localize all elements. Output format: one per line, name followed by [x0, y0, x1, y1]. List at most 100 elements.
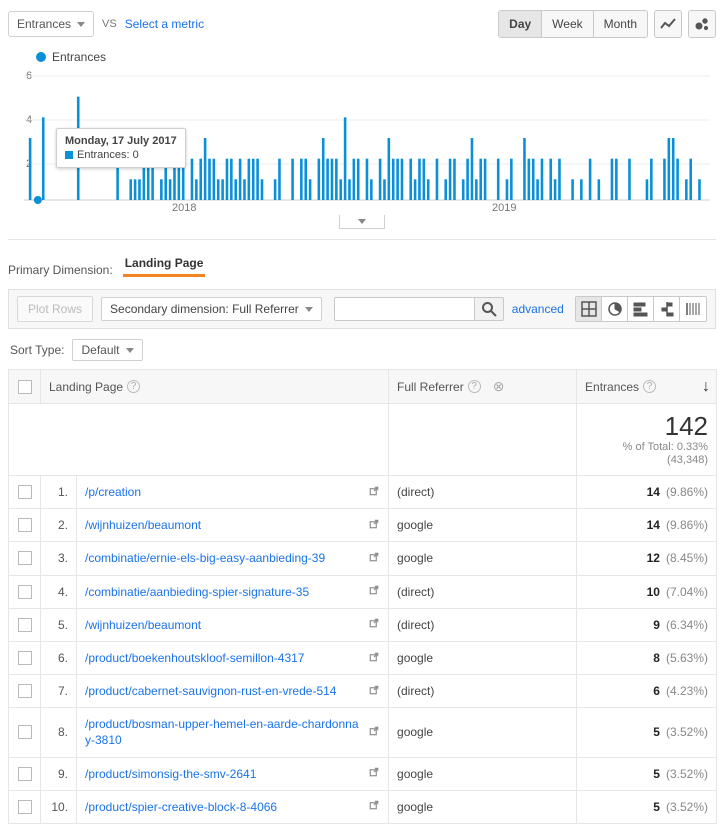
row-index: 2.: [41, 509, 77, 542]
landing-page-link[interactable]: /product/bosman-upper-hemel-en-aarde-cha…: [85, 716, 362, 748]
select-all-checkbox[interactable]: [18, 380, 32, 394]
row-checkbox[interactable]: [18, 485, 32, 499]
referrer-cell: google: [389, 542, 577, 575]
sort-type-label: Sort Type:: [10, 343, 64, 357]
entrances-cell: 8(5.63%): [577, 641, 717, 674]
open-external-icon[interactable]: [368, 684, 380, 699]
open-external-icon[interactable]: [368, 584, 380, 599]
view-pivot[interactable]: [680, 297, 706, 321]
expand-chart-button[interactable]: [339, 215, 385, 229]
tooltip-series: Entrances:: [77, 149, 130, 161]
tooltip-swatch-icon: [65, 151, 73, 159]
landing-page-link[interactable]: /wijnhuizen/beaumont: [85, 617, 201, 633]
row-checkbox[interactable]: [18, 651, 32, 665]
referrer-cell: google: [389, 509, 577, 542]
row-index: 5.: [41, 608, 77, 641]
landing-page-link[interactable]: /combinatie/aanbieding-spier-signature-3…: [85, 584, 309, 600]
referrer-cell: google: [389, 708, 577, 757]
legend-dot-icon: [36, 52, 46, 62]
view-comparison[interactable]: [654, 297, 680, 321]
bubbles-icon: [694, 16, 710, 32]
line-chart-toggle[interactable]: [654, 10, 682, 38]
table-row: 4./combinatie/aanbieding-spier-signature…: [9, 575, 717, 608]
landing-page-link[interactable]: /product/cabernet-sauvignon-rust-en-vred…: [85, 683, 336, 699]
open-external-icon[interactable]: [368, 617, 380, 632]
table-row: 6./product/boekenhoutskloof-semillon-431…: [9, 641, 717, 674]
entrances-cell: 5(3.52%): [577, 757, 717, 790]
landing-page-link[interactable]: /p/creation: [85, 484, 141, 500]
landing-page-cell: /product/spier-creative-block-8-4066: [77, 790, 389, 823]
open-external-icon[interactable]: [368, 651, 380, 666]
bars-center-icon: [659, 301, 675, 317]
header-entrances[interactable]: Entrances? ↓: [577, 370, 717, 404]
view-percentage[interactable]: [602, 297, 628, 321]
granularity-day[interactable]: Day: [499, 11, 542, 37]
granularity-month[interactable]: Month: [594, 11, 647, 37]
landing-page-link[interactable]: /wijnhuizen/beaumont: [85, 517, 201, 533]
header-full-referrer-label: Full Referrer: [397, 380, 464, 394]
help-icon[interactable]: ?: [468, 380, 481, 393]
landing-page-link[interactable]: /product/boekenhoutskloof-semillon-4317: [85, 650, 304, 666]
landing-page-table: Landing Page? Full Referrer? ⊗ Entrances?…: [8, 369, 717, 824]
row-index: 3.: [41, 542, 77, 575]
table-search-button[interactable]: [474, 297, 504, 321]
view-data-table[interactable]: [576, 297, 602, 321]
view-performance[interactable]: [628, 297, 654, 321]
header-landing-page[interactable]: Landing Page?: [41, 370, 389, 404]
help-icon[interactable]: ?: [127, 380, 140, 393]
chart-tooltip: Monday, 17 July 2017 Entrances: 0: [56, 128, 186, 168]
motion-chart-toggle[interactable]: [688, 10, 716, 38]
open-external-icon[interactable]: [368, 551, 380, 566]
referrer-cell: (direct): [389, 608, 577, 641]
open-external-icon[interactable]: [368, 485, 380, 500]
open-external-icon[interactable]: [368, 725, 380, 740]
referrer-cell: (direct): [389, 675, 577, 708]
row-checkbox[interactable]: [18, 684, 32, 698]
chevron-down-icon: [77, 22, 85, 27]
row-checkbox[interactable]: [18, 800, 32, 814]
primary-metric-dropdown[interactable]: Entrances: [8, 11, 94, 37]
secondary-dimension-dropdown[interactable]: Secondary dimension: Full Referrer: [101, 297, 322, 321]
landing-page-cell: /wijnhuizen/beaumont: [77, 608, 389, 641]
x-tick-2019: 2019: [492, 202, 516, 214]
sort-desc-icon: ↓: [702, 378, 710, 396]
granularity-week[interactable]: Week: [542, 11, 593, 37]
landing-page-cell: /wijnhuizen/beaumont: [77, 509, 389, 542]
open-external-icon[interactable]: [368, 518, 380, 533]
landing-page-link[interactable]: /product/simonsig-the-smv-2641: [85, 766, 256, 782]
open-external-icon[interactable]: [368, 799, 380, 814]
open-external-icon[interactable]: [368, 766, 380, 781]
landing-page-cell: /combinatie/aanbieding-spier-signature-3…: [77, 575, 389, 608]
table-search-input[interactable]: [334, 297, 474, 321]
entrances-cell: 12(8.45%): [577, 542, 717, 575]
select-metric-link[interactable]: Select a metric: [125, 17, 204, 31]
remove-dimension-icon[interactable]: ⊗: [493, 378, 505, 395]
row-checkbox[interactable]: [18, 551, 32, 565]
table-row: 1./p/creation(direct)14(9.86%): [9, 475, 717, 508]
primary-dimension-tab[interactable]: Landing Page: [123, 252, 206, 277]
row-checkbox[interactable]: [18, 725, 32, 739]
header-full-referrer[interactable]: Full Referrer? ⊗: [389, 370, 577, 404]
tooltip-value: 0: [133, 149, 139, 161]
landing-page-link[interactable]: /product/spier-creative-block-8-4066: [85, 799, 277, 815]
table-row: 10./product/spier-creative-block-8-4066g…: [9, 790, 717, 823]
advanced-filter-link[interactable]: advanced: [512, 302, 564, 316]
row-checkbox[interactable]: [18, 767, 32, 781]
sort-type-dropdown[interactable]: Default: [72, 339, 142, 361]
row-index: 7.: [41, 675, 77, 708]
landing-page-cell: /p/creation: [77, 475, 389, 508]
row-checkbox[interactable]: [18, 518, 32, 532]
header-entrances-label: Entrances: [585, 380, 639, 394]
tooltip-title: Monday, 17 July 2017: [65, 135, 177, 147]
landing-page-cell: /product/simonsig-the-smv-2641: [77, 757, 389, 790]
landing-page-cell: /product/cabernet-sauvignon-rust-en-vred…: [77, 675, 389, 708]
timeseries-chart[interactable]: 6 4 2 2018 2019 Monday, 17 July 2017 Ent…: [14, 68, 710, 213]
total-entrances-sub2: (43,348): [585, 454, 708, 467]
help-icon[interactable]: ?: [643, 380, 656, 393]
landing-page-link[interactable]: /combinatie/ernie-els-big-easy-aanbiedin…: [85, 550, 325, 566]
entrances-cell: 6(4.23%): [577, 675, 717, 708]
total-entrances-value: 142: [585, 412, 708, 441]
header-landing-page-label: Landing Page: [49, 380, 123, 394]
row-checkbox[interactable]: [18, 618, 32, 632]
row-checkbox[interactable]: [18, 585, 32, 599]
